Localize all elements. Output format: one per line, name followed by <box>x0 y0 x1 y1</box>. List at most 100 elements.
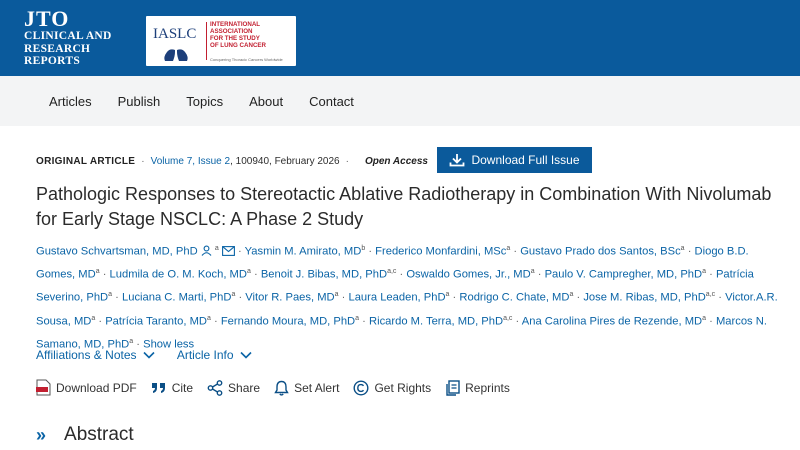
chevron-down-icon <box>240 351 252 359</box>
author-link[interactable]: Paulo V. Campregher, MD, PhD <box>545 269 703 281</box>
author-link[interactable]: Ricardo M. Terra, MD, PhD <box>369 315 503 327</box>
author-affiliation-sup: b <box>361 245 366 252</box>
article-title: Pathologic Responses to Stereotactic Abl… <box>36 184 772 229</box>
author-affiliation-sup: a <box>680 245 685 252</box>
nav-about[interactable]: About <box>249 94 283 109</box>
set-alert-button[interactable]: Set Alert <box>274 380 339 396</box>
nav-topics[interactable]: Topics <box>186 94 223 109</box>
meta-separator: · <box>345 155 349 167</box>
affiliations-notes-toggle[interactable]: Affiliations & Notes <box>36 348 155 362</box>
author-separator: · <box>452 292 457 305</box>
iaslc-divider <box>206 22 207 60</box>
site-header: JTO CLINICAL AND RESEARCH REPORTS IASLC … <box>0 0 800 76</box>
iaslc-line-3: FOR THE STUDY <box>210 35 260 42</box>
author-link[interactable]: Ana Carolina Pires de Rezende, MD <box>522 315 702 327</box>
chevron-down-icon <box>143 351 155 359</box>
author-separator: · <box>362 315 366 328</box>
author-link[interactable]: Gustavo Prado dos Santos, BSc <box>520 246 680 258</box>
author-affiliation-sup: a <box>334 291 339 299</box>
share-label: Share <box>228 380 261 395</box>
article-type: ORIGINAL ARTICLE <box>36 155 136 167</box>
author-affiliation-sup: a <box>95 268 100 276</box>
author-link[interactable]: Fernando Moura, MD, PhD <box>221 315 355 327</box>
author-link[interactable]: Vitor R. Paes, MD <box>245 292 334 304</box>
open-access-badge: Open Access <box>364 155 428 167</box>
jto-logo[interactable]: JTO CLINICAL AND RESEARCH REPORTS <box>24 8 112 68</box>
author-separator: · <box>709 268 713 281</box>
download-pdf-label: Download PDF <box>56 380 137 395</box>
abstract-heading: Abstract <box>64 424 134 445</box>
author-affiliation-sup: a <box>231 291 236 299</box>
author-separator: · <box>98 315 103 328</box>
main-nav: Articles Publish Topics About Contact <box>0 76 800 126</box>
author-link[interactable]: Laura Leaden, PhD <box>348 292 445 304</box>
pdf-icon <box>36 379 51 396</box>
email-icon[interactable] <box>221 245 235 256</box>
share-icon <box>207 379 223 396</box>
article-toolbar: Download PDF Cite Share Set Alert Get Ri… <box>36 379 524 396</box>
share-button[interactable]: Share <box>207 379 261 396</box>
quote-icon <box>151 382 165 393</box>
affiliations-notes-label: Affiliations & Notes <box>36 348 137 362</box>
download-full-issue-button[interactable]: Download Full Issue <box>437 147 592 173</box>
logo-jto-text: JTO <box>24 6 70 31</box>
set-alert-label: Set Alert <box>294 380 340 395</box>
author-separator: · <box>576 292 581 305</box>
author-link[interactable]: Rodrigo C. Chate, MD <box>459 292 569 304</box>
nav-articles[interactable]: Articles <box>49 94 92 109</box>
article-info-toggle[interactable]: Article Info <box>177 348 252 362</box>
iaslc-logo[interactable]: IASLC INTERNATIONAL ASSOCIATION FOR THE … <box>146 16 296 66</box>
author-affiliation-sup: a <box>214 245 219 252</box>
bell-icon <box>274 380 289 396</box>
iaslc-name: IASLC <box>153 26 197 42</box>
author-affiliation-sup: a <box>569 291 574 299</box>
cite-button[interactable]: Cite <box>151 381 193 395</box>
copyright-icon <box>353 379 369 396</box>
author-affiliation-sup: a <box>506 245 511 252</box>
meta-separator: · <box>141 155 145 167</box>
author-separator: · <box>341 292 346 305</box>
author-link[interactable]: Frederico Monfardini, MSc <box>375 246 506 258</box>
author-list: Gustavo Schvartsman, MD, PhD a · Yasmin … <box>36 239 781 355</box>
author-link[interactable]: Benoit J. Bibas, MD, PhD <box>261 269 387 281</box>
logo-line-3: REPORTS <box>24 55 81 67</box>
author-separator: · <box>515 315 520 328</box>
get-rights-button[interactable]: Get Rights <box>353 379 432 396</box>
iaslc-line-2: ASSOCIATION <box>210 28 253 35</box>
logo-line-2: RESEARCH <box>24 42 91 55</box>
iaslc-line-4: OF LUNG CANCER <box>210 42 267 49</box>
citation-info: , 100940, February 2026 <box>230 155 340 167</box>
author-link[interactable]: Yasmin M. Amirato, MD <box>245 246 362 258</box>
author-affiliation-sup: a <box>129 337 134 345</box>
author-link[interactable]: Ludmila de O. M. Koch, MD <box>110 269 247 281</box>
reprints-label: Reprints <box>465 380 510 395</box>
iaslc-line-1: INTERNATIONAL <box>210 21 261 28</box>
volume-link[interactable]: Volume 7, Issue 2 <box>151 156 231 167</box>
info-toggles: Affiliations & Notes Article Info <box>36 348 252 362</box>
author-separator: · <box>115 292 119 305</box>
article-meta: ORIGINAL ARTICLE · Volume 7, Issue 2 , 1… <box>36 148 776 174</box>
reprints-button[interactable]: Reprints <box>445 379 510 396</box>
author-link[interactable]: Luciana C. Marti, PhD <box>122 292 231 304</box>
author-affiliation-sup: a <box>108 291 113 299</box>
author-separator: · <box>537 268 542 281</box>
author-link[interactable]: Gustavo Schvartsman, MD, PhD <box>36 246 198 258</box>
author-link[interactable]: Jose M. Ribas, MD, PhD <box>583 292 705 304</box>
article-info-label: Article Info <box>176 348 234 362</box>
author-affiliation-sup: a <box>445 291 450 299</box>
download-pdf-button[interactable]: Download PDF <box>36 379 137 396</box>
author-affiliation-sup: a,c <box>705 291 716 299</box>
get-rights-label: Get Rights <box>374 380 432 395</box>
nav-publish[interactable]: Publish <box>118 94 161 109</box>
author-link[interactable]: Patrícia Taranto, MD <box>105 315 207 327</box>
author-separator: · <box>238 292 243 305</box>
iaslc-fullname: INTERNATIONAL ASSOCIATION FOR THE STUDY … <box>210 21 294 49</box>
double-chevron-right-icon[interactable]: » <box>36 425 46 446</box>
author-separator: · <box>368 245 373 258</box>
author-affiliation-sup: a <box>702 314 707 322</box>
nav-contact[interactable]: Contact <box>309 94 354 109</box>
author-separator: · <box>718 292 722 305</box>
person-icon <box>201 245 212 256</box>
author-link[interactable]: Oswaldo Gomes, Jr., MD <box>406 269 530 281</box>
author-affiliation-sup: a <box>702 268 706 276</box>
